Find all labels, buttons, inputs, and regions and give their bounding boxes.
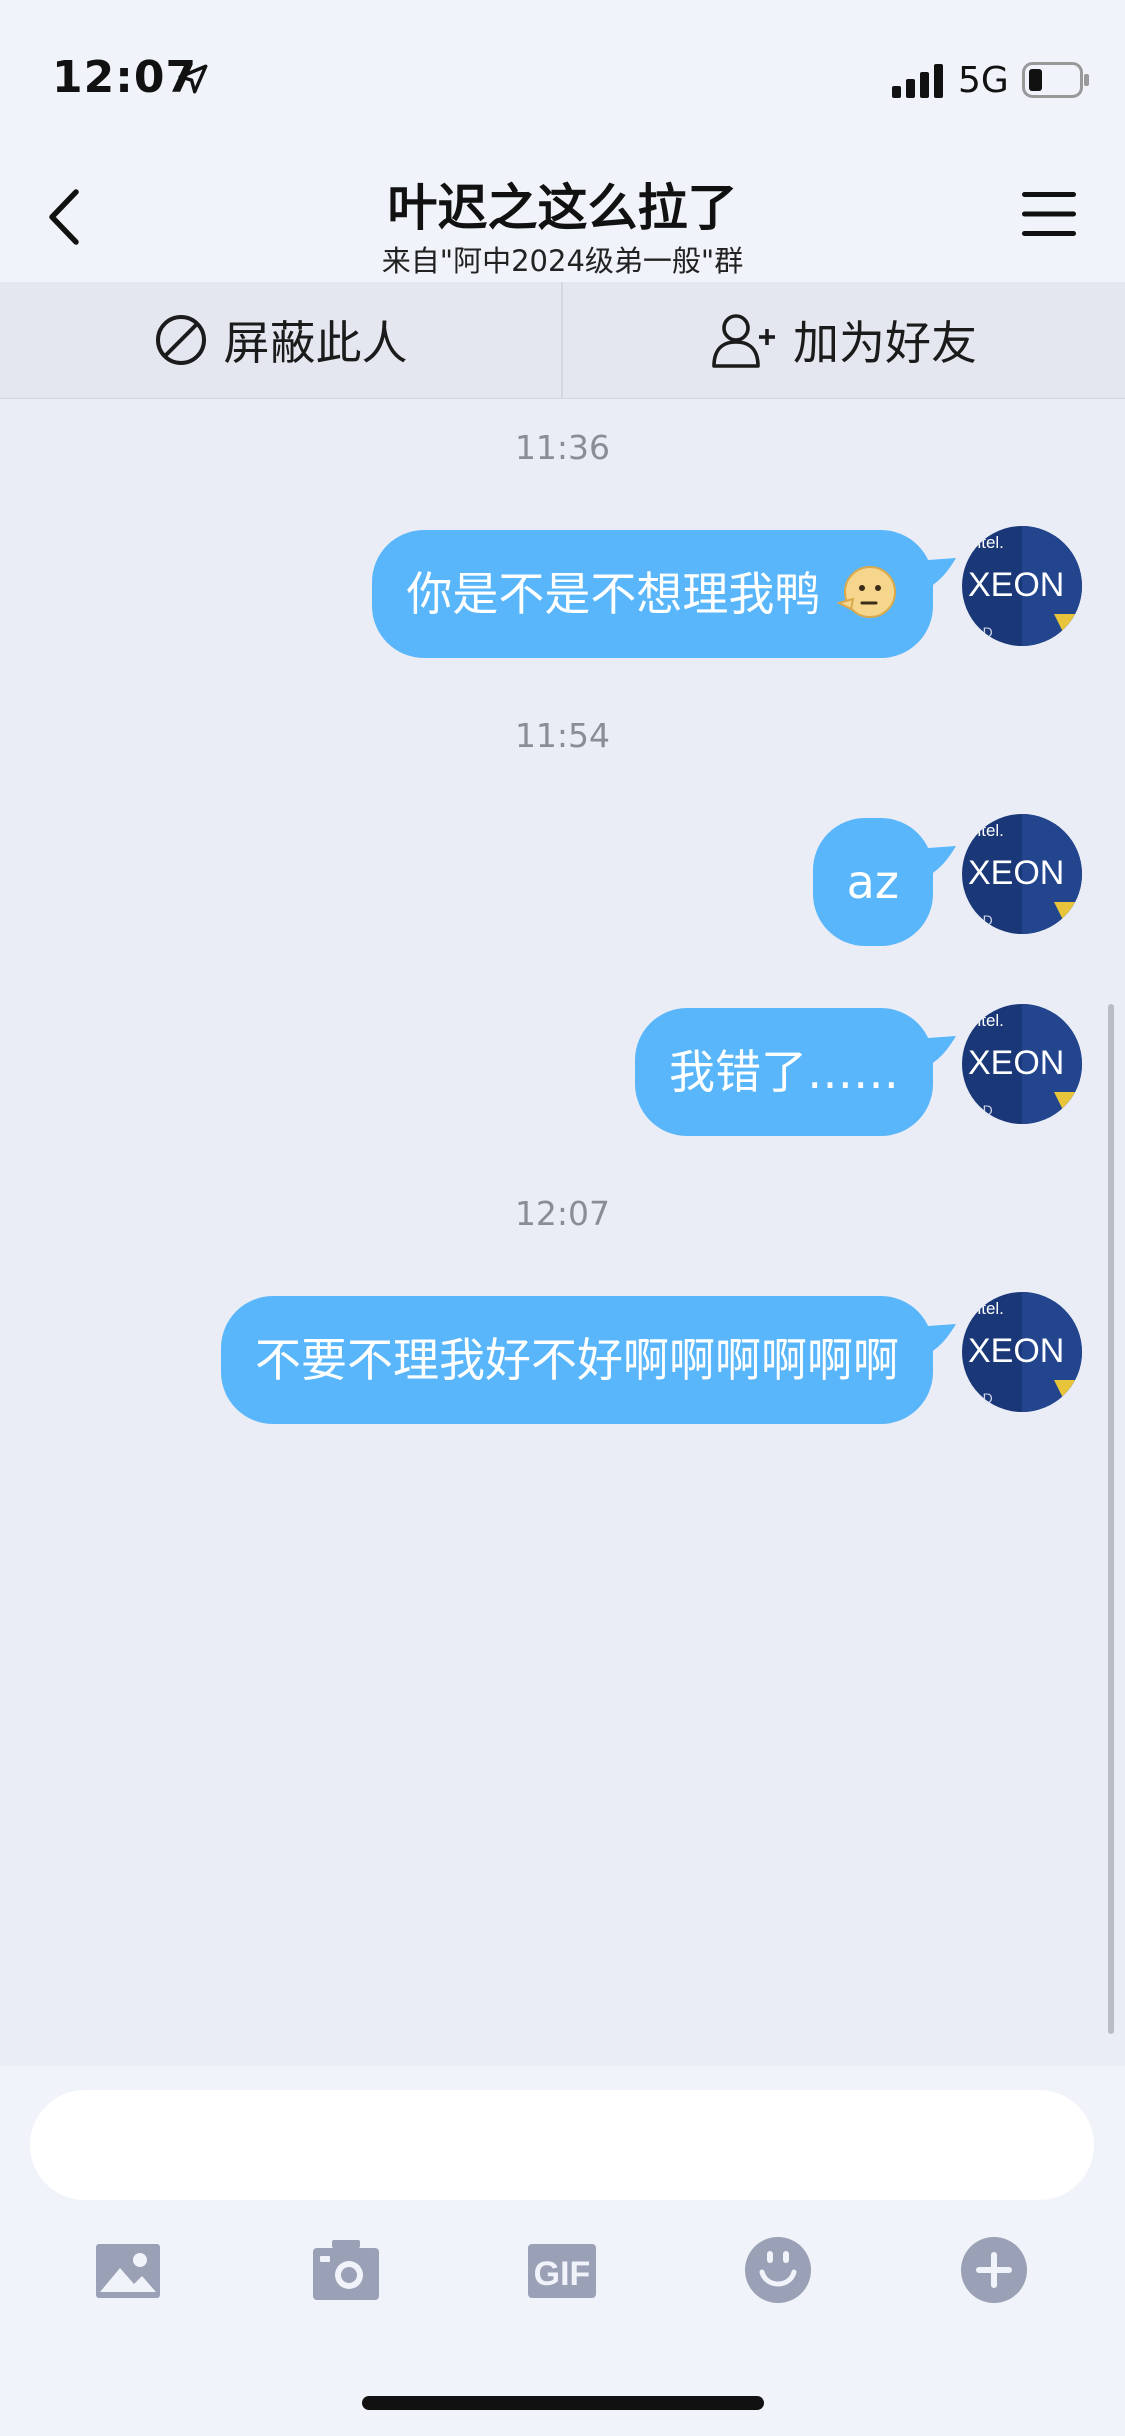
avatar-product: XEON xyxy=(968,1332,1064,1370)
message-input[interactable] xyxy=(30,2090,1094,2200)
message-bubble[interactable]: az xyxy=(812,818,933,946)
message-list[interactable]: 11:36 你是不是不想理我鸭 intel. XEON OLD 11:54 az xyxy=(0,398,1125,2066)
avatar-brand: intel. xyxy=(968,821,1004,840)
network-label: 5G xyxy=(958,60,1009,101)
bubble-tail xyxy=(928,1324,956,1354)
add-user-icon xyxy=(712,314,775,368)
message-timestamp: 11:36 xyxy=(514,428,611,467)
emoji-sticker-icon xyxy=(836,565,896,618)
message-timestamp: 11:54 xyxy=(514,716,611,755)
block-user-button[interactable]: 屏蔽此人 xyxy=(0,282,561,398)
avatar-brand: intel. xyxy=(968,1011,1004,1030)
avatar-tier: OLD xyxy=(964,1102,993,1118)
image-icon[interactable] xyxy=(92,2234,164,2306)
status-bar: 12:07 5G xyxy=(0,0,1125,150)
nav-bar: 叶迟之这么拉了 来自"阿中2024级弟一般"群 xyxy=(0,150,1125,282)
camera-icon[interactable] xyxy=(310,2234,382,2306)
avatar-brand: intel. xyxy=(968,1299,1004,1318)
avatar[interactable]: intel. XEON OLD xyxy=(962,1292,1082,1412)
action-bar: 屏蔽此人 加为好友 xyxy=(0,282,1125,399)
message-bubble[interactable]: 我错了…… xyxy=(635,1008,933,1136)
avatar-tier: OLD xyxy=(964,624,993,640)
avatar-product: XEON xyxy=(968,566,1064,604)
menu-icon[interactable] xyxy=(1022,190,1076,238)
avatar-brand: intel. xyxy=(968,533,1004,552)
signal-icon xyxy=(892,64,943,98)
message-text: az xyxy=(846,855,899,909)
message-text: 我错了…… xyxy=(669,1045,899,1099)
add-friend-label: 加为好友 xyxy=(793,316,977,370)
block-user-label: 屏蔽此人 xyxy=(223,316,408,370)
message-bubble[interactable]: 不要不理我好不好啊啊啊啊啊啊 xyxy=(221,1296,933,1424)
xeon-avatar-image: intel. XEON OLD xyxy=(962,1004,1082,1124)
bubble-tail xyxy=(928,558,956,588)
message-timestamp: 12:07 xyxy=(514,1194,611,1233)
location-arrow-icon xyxy=(178,64,208,94)
xeon-avatar-image: intel. XEON OLD xyxy=(962,814,1082,934)
avatar[interactable]: intel. XEON OLD xyxy=(962,814,1082,934)
plus-icon[interactable] xyxy=(958,2234,1030,2306)
avatar-product: XEON xyxy=(968,1044,1064,1082)
home-indicator[interactable] xyxy=(362,2396,764,2410)
block-icon xyxy=(155,315,206,365)
add-friend-button[interactable]: 加为好友 xyxy=(563,282,1125,398)
chat-subtitle: 来自"阿中2024级弟一般"群 xyxy=(381,244,744,278)
avatar-product: XEON xyxy=(968,854,1064,892)
xeon-avatar-image: intel. XEON OLD xyxy=(962,1292,1082,1412)
gif-icon[interactable]: GIF xyxy=(526,2234,598,2306)
emoji-icon[interactable] xyxy=(742,2234,814,2306)
input-area: GIF xyxy=(0,2066,1125,2436)
avatar[interactable]: intel. XEON OLD xyxy=(962,1004,1082,1124)
avatar[interactable]: intel. XEON OLD xyxy=(962,526,1082,646)
message-bubble[interactable]: 你是不是不想理我鸭 xyxy=(372,530,933,658)
chat-title: 叶迟之这么拉了 xyxy=(387,179,738,237)
message-text: 你是不是不想理我鸭 xyxy=(406,567,821,621)
gif-label: GIF xyxy=(534,2255,591,2293)
avatar-tier: OLD xyxy=(964,912,993,928)
bubble-tail xyxy=(928,846,956,876)
xeon-avatar-image: intel. XEON OLD xyxy=(962,526,1082,646)
bubble-tail xyxy=(928,1036,956,1066)
battery-icon xyxy=(1022,62,1089,98)
message-text: 不要不理我好不好啊啊啊啊啊啊 xyxy=(255,1333,899,1387)
scrollbar[interactable] xyxy=(1108,1004,1114,2034)
avatar-tier: OLD xyxy=(964,1390,993,1406)
